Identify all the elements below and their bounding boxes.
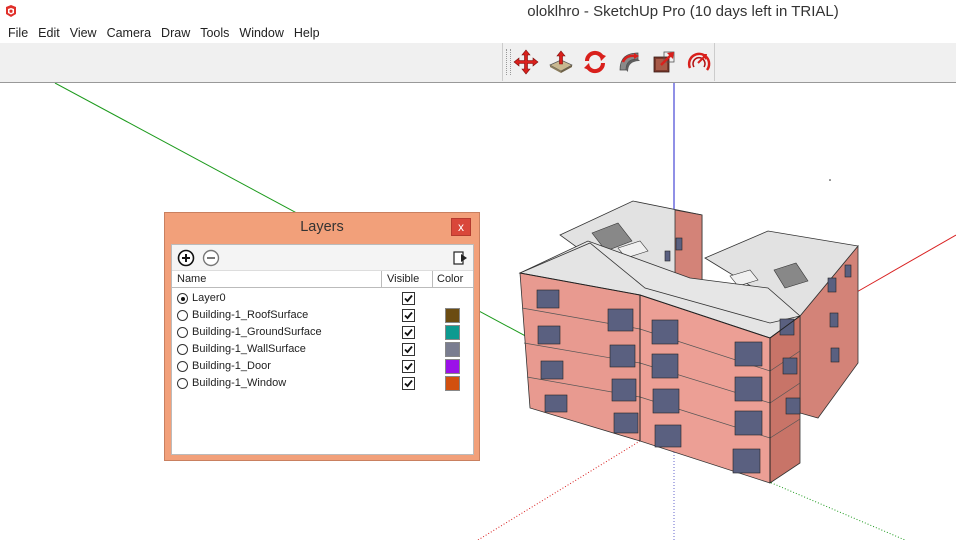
checkmark-icon (404, 345, 413, 354)
scene-dot (829, 179, 831, 181)
layer-row[interactable]: Building-1_RoofSurface (172, 307, 473, 324)
scale-tool-button[interactable] (649, 46, 680, 78)
layers-toolbar (172, 245, 473, 271)
menu-help[interactable]: Help (289, 24, 325, 42)
layers-panel: Name Visible Color Layer0 Building-1_Roof… (171, 244, 474, 455)
layers-dialog: Layers x Name Visible Color Layer0 Buildi… (164, 212, 480, 461)
active-layer-radio[interactable] (177, 361, 188, 372)
layer-color-swatch[interactable] (445, 359, 460, 374)
offset-icon (687, 52, 711, 71)
menu-file[interactable]: File (3, 24, 33, 42)
red-axis (854, 234, 956, 294)
checkmark-icon (404, 294, 413, 303)
scale-icon (653, 51, 675, 73)
push-pull-icon (548, 50, 573, 73)
menu-edit[interactable]: Edit (33, 24, 65, 42)
menu-camera[interactable]: Camera (102, 24, 156, 42)
layers-dialog-title: Layers (300, 219, 344, 235)
visible-checkbox[interactable] (402, 326, 415, 339)
menu-window[interactable]: Window (234, 24, 288, 42)
layer-name[interactable]: Building-1_RoofSurface (192, 309, 308, 321)
rotate-icon (584, 50, 607, 74)
red-axis-dotted (477, 440, 641, 540)
remove-layer-icon[interactable] (202, 249, 220, 267)
checkmark-icon (404, 362, 413, 371)
move-icon (513, 49, 539, 75)
layer-color-swatch[interactable] (445, 376, 460, 391)
layer-row[interactable]: Building-1_Window (172, 375, 473, 392)
visible-checkbox[interactable] (402, 360, 415, 373)
layers-table-header: Name Visible Color (172, 271, 473, 288)
move-tool-button[interactable] (511, 46, 542, 78)
menu-bar: File Edit View Camera Draw Tools Window … (0, 22, 956, 43)
layer-color-swatch[interactable] (445, 308, 460, 323)
layer-row[interactable]: Layer0 (172, 290, 473, 307)
green-axis-dotted (759, 477, 906, 540)
layer-name[interactable]: Building-1_GroundSurface (192, 326, 322, 338)
layers-list: Layer0 Building-1_RoofSurface Building-1_G… (172, 288, 473, 392)
column-header-color[interactable]: Color (433, 271, 472, 287)
active-layer-radio[interactable] (177, 344, 188, 355)
menu-view[interactable]: View (65, 24, 102, 42)
follow-me-tool-button[interactable] (615, 46, 646, 78)
active-layer-radio[interactable] (177, 378, 188, 389)
title-bar: oloklhro - SketchUp Pro (10 days left in… (0, 0, 956, 22)
follow-me-icon (619, 52, 640, 72)
column-header-name[interactable]: Name (172, 271, 382, 287)
active-layer-radio[interactable] (177, 310, 188, 321)
details-arrow-icon[interactable] (451, 249, 469, 267)
active-layer-radio[interactable] (177, 327, 188, 338)
checkmark-icon (404, 328, 413, 337)
visible-checkbox[interactable] (402, 343, 415, 356)
layer-name[interactable]: Layer0 (192, 292, 226, 304)
checkmark-icon (404, 311, 413, 320)
menu-draw[interactable]: Draw (156, 24, 195, 42)
window-title: oloklhro - SketchUp Pro (10 days left in… (527, 3, 839, 20)
layer-color-swatch[interactable] (445, 342, 460, 357)
layer-name[interactable]: Building-1_WallSurface (192, 343, 306, 355)
toolbar-area (0, 43, 956, 83)
offset-tool-button[interactable] (684, 46, 715, 78)
menu-tools[interactable]: Tools (195, 24, 234, 42)
building-model (518, 200, 859, 484)
checkmark-icon (404, 379, 413, 388)
column-header-visible[interactable]: Visible (382, 271, 433, 287)
visible-checkbox[interactable] (402, 377, 415, 390)
layer-row[interactable]: Building-1_Door (172, 358, 473, 375)
rotate-tool-button[interactable] (580, 46, 611, 78)
layer-row[interactable]: Building-1_WallSurface (172, 341, 473, 358)
close-button[interactable]: x (451, 218, 471, 236)
edit-toolbar (502, 43, 715, 81)
layer-row[interactable]: Building-1_GroundSurface (172, 324, 473, 341)
layer-name[interactable]: Building-1_Door (192, 360, 271, 372)
layer-color-swatch[interactable] (445, 325, 460, 340)
visible-checkbox[interactable] (402, 309, 415, 322)
active-layer-radio[interactable] (177, 293, 188, 304)
push-pull-tool-button[interactable] (546, 46, 577, 78)
add-layer-icon[interactable] (177, 249, 195, 267)
layer-name[interactable]: Building-1_Window (192, 377, 286, 389)
visible-checkbox[interactable] (402, 292, 415, 305)
